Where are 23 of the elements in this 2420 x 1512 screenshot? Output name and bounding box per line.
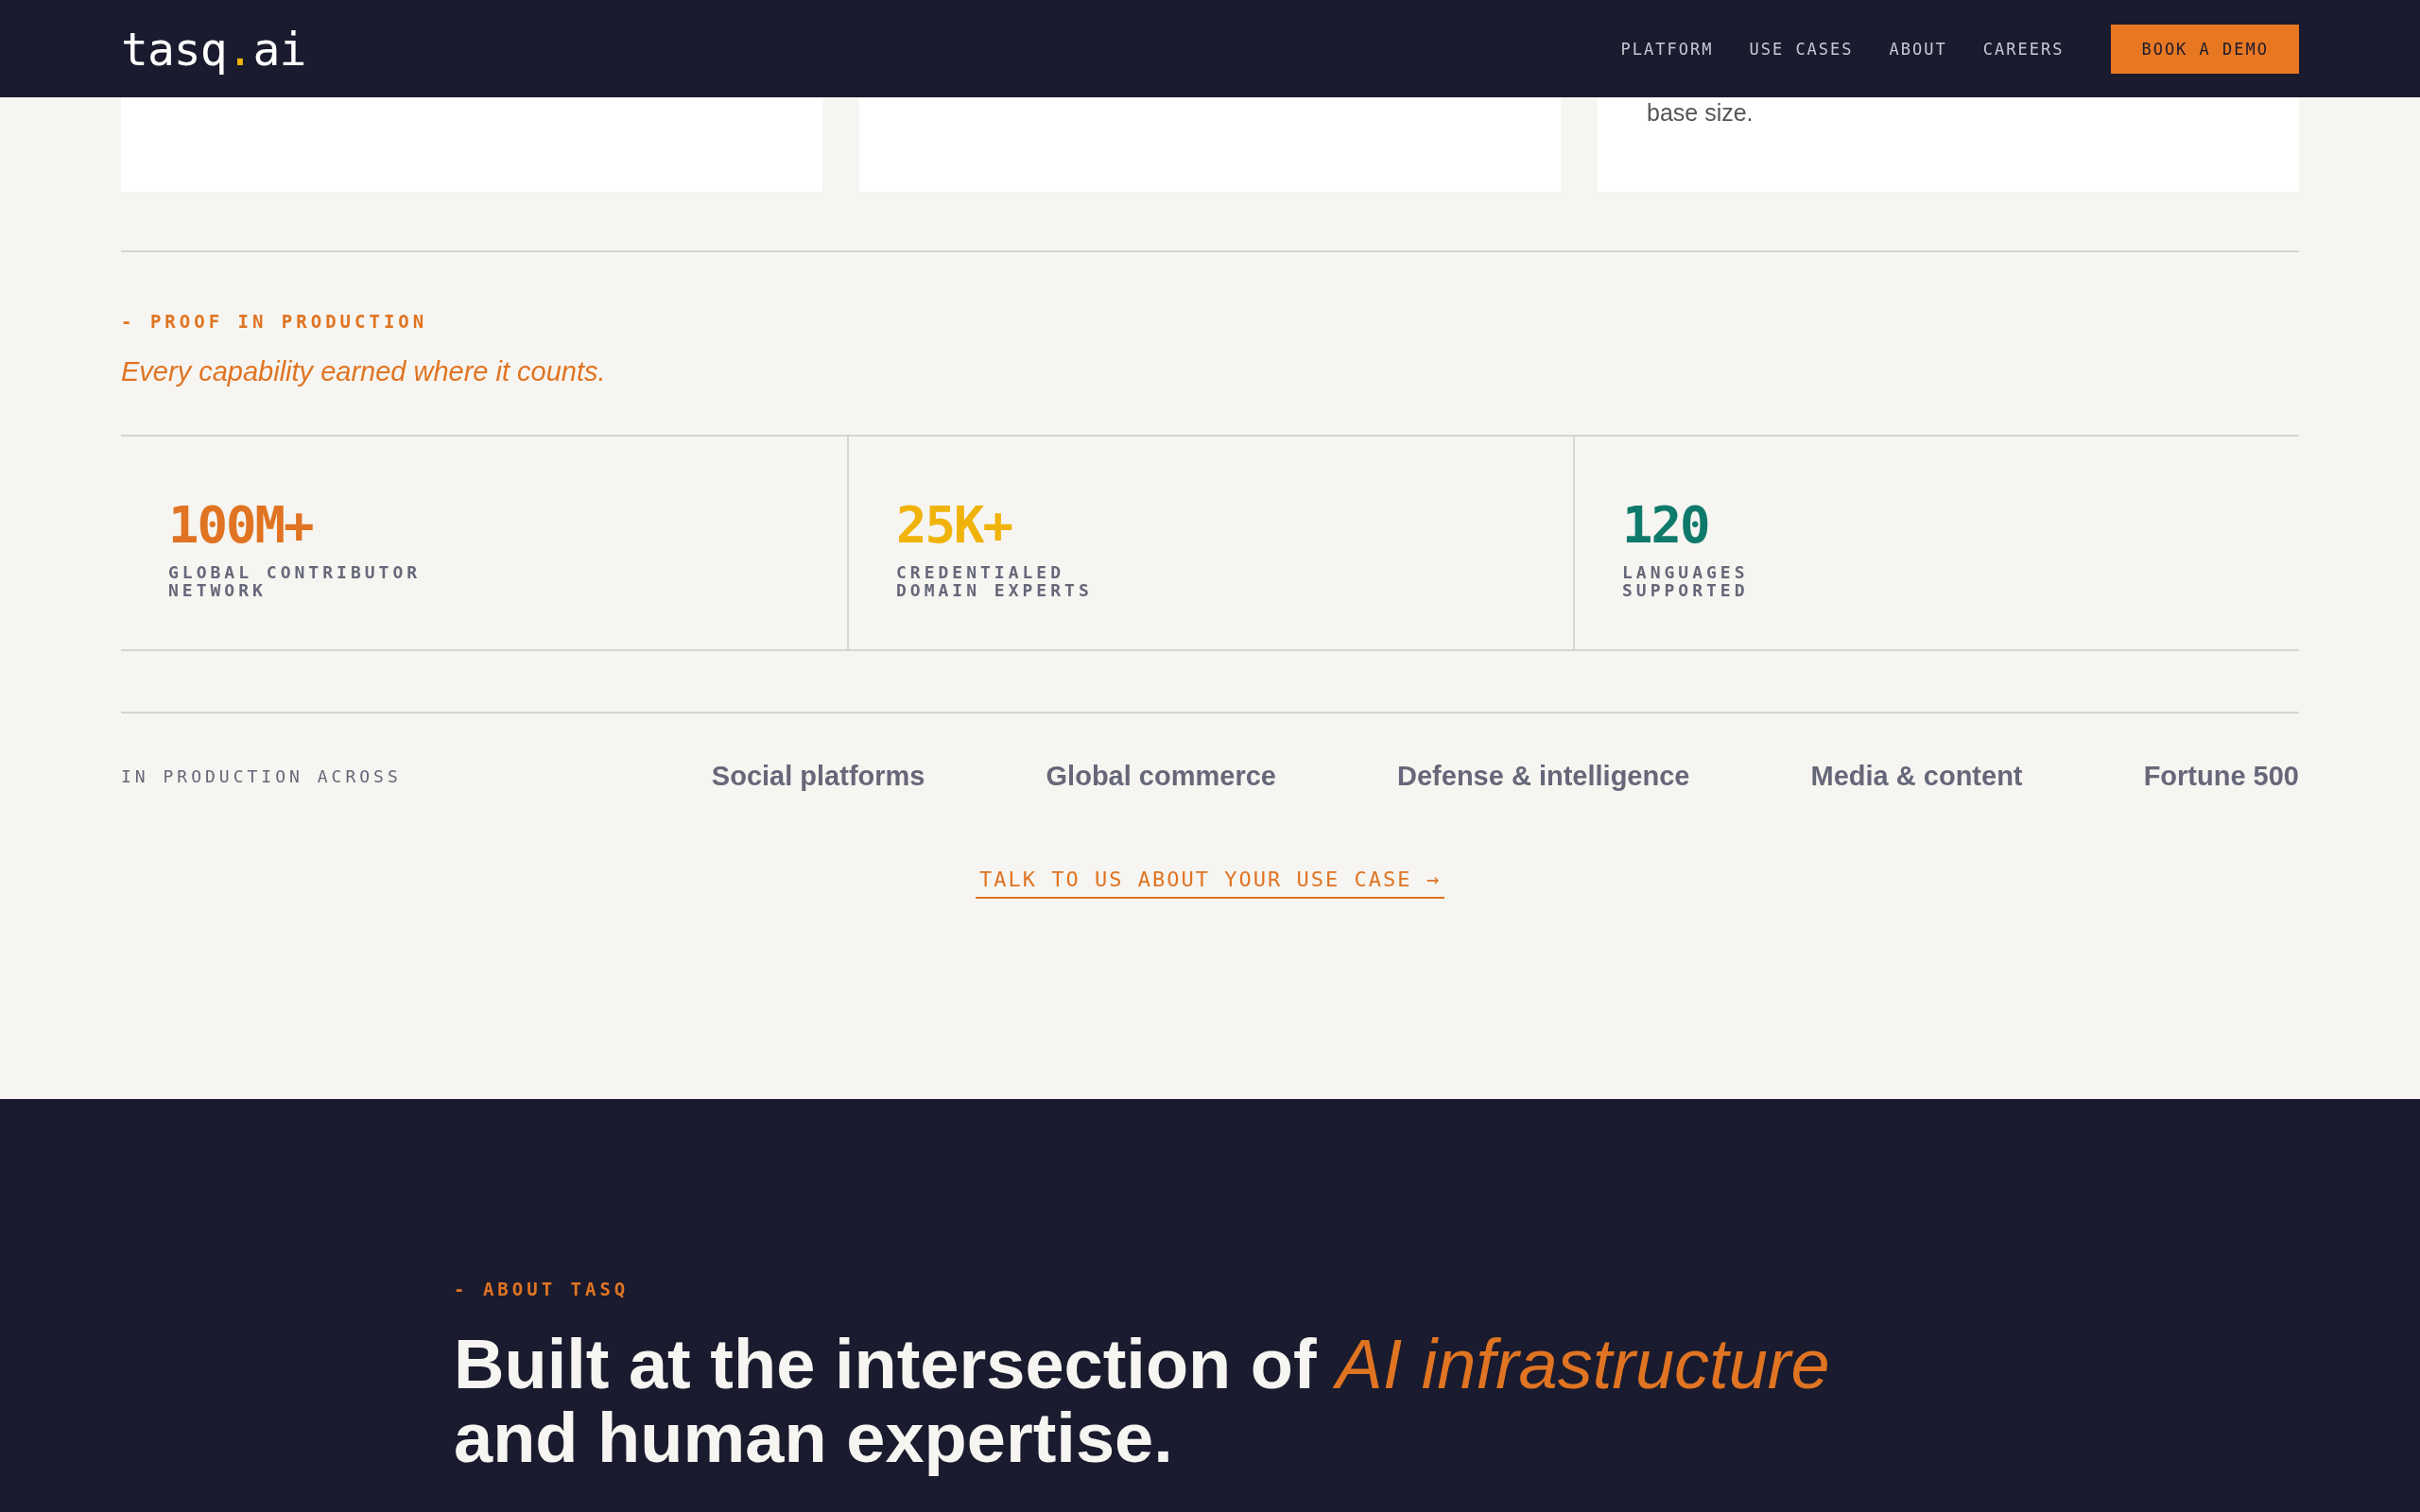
sector-name: Social platforms [711,761,925,792]
stat-value: 25K+ [896,497,1013,554]
section-eyebrow: - PROOF IN PRODUCTION [121,311,429,332]
about-heading: Built at the intersection of AI infrastructure and human expertise. [454,1328,1831,1475]
sectors-label: IN PRODUCTION ACROSS [121,766,402,786]
stat-value: 120 [1622,497,1710,554]
book-demo-button[interactable]: BOOK A DEMO [2111,24,2299,74]
sector-name: Media & content [1810,761,2023,792]
logo[interactable]: tasq.ai [121,22,306,76]
nav-link[interactable]: ABOUT [1889,39,1947,59]
section-eyebrow: - ABOUT TASQ [454,1279,631,1299]
stat-value: 100M+ [168,497,314,554]
nav-link[interactable]: CAREERS [1982,39,2065,59]
nav-link[interactable]: PLATFORM [1620,39,1714,59]
card-text: base size. [1647,99,1754,127]
sector-name: Global commerce [1046,761,1276,792]
stat-label: LANGUAGES SUPPORTED [1622,563,1750,599]
sector-name: Defense & intelligence [1397,761,1690,792]
section-tagline: Every capability earned where it counts. [121,356,607,387]
stat-label: CREDENTIALED DOMAIN EXPERTS [896,563,1094,599]
stat-label: GLOBAL CONTRIBUTOR NETWORK [168,563,423,599]
nav-link[interactable]: USE CASES [1749,39,1854,59]
sector-name: Fortune 500 [2143,761,2299,792]
